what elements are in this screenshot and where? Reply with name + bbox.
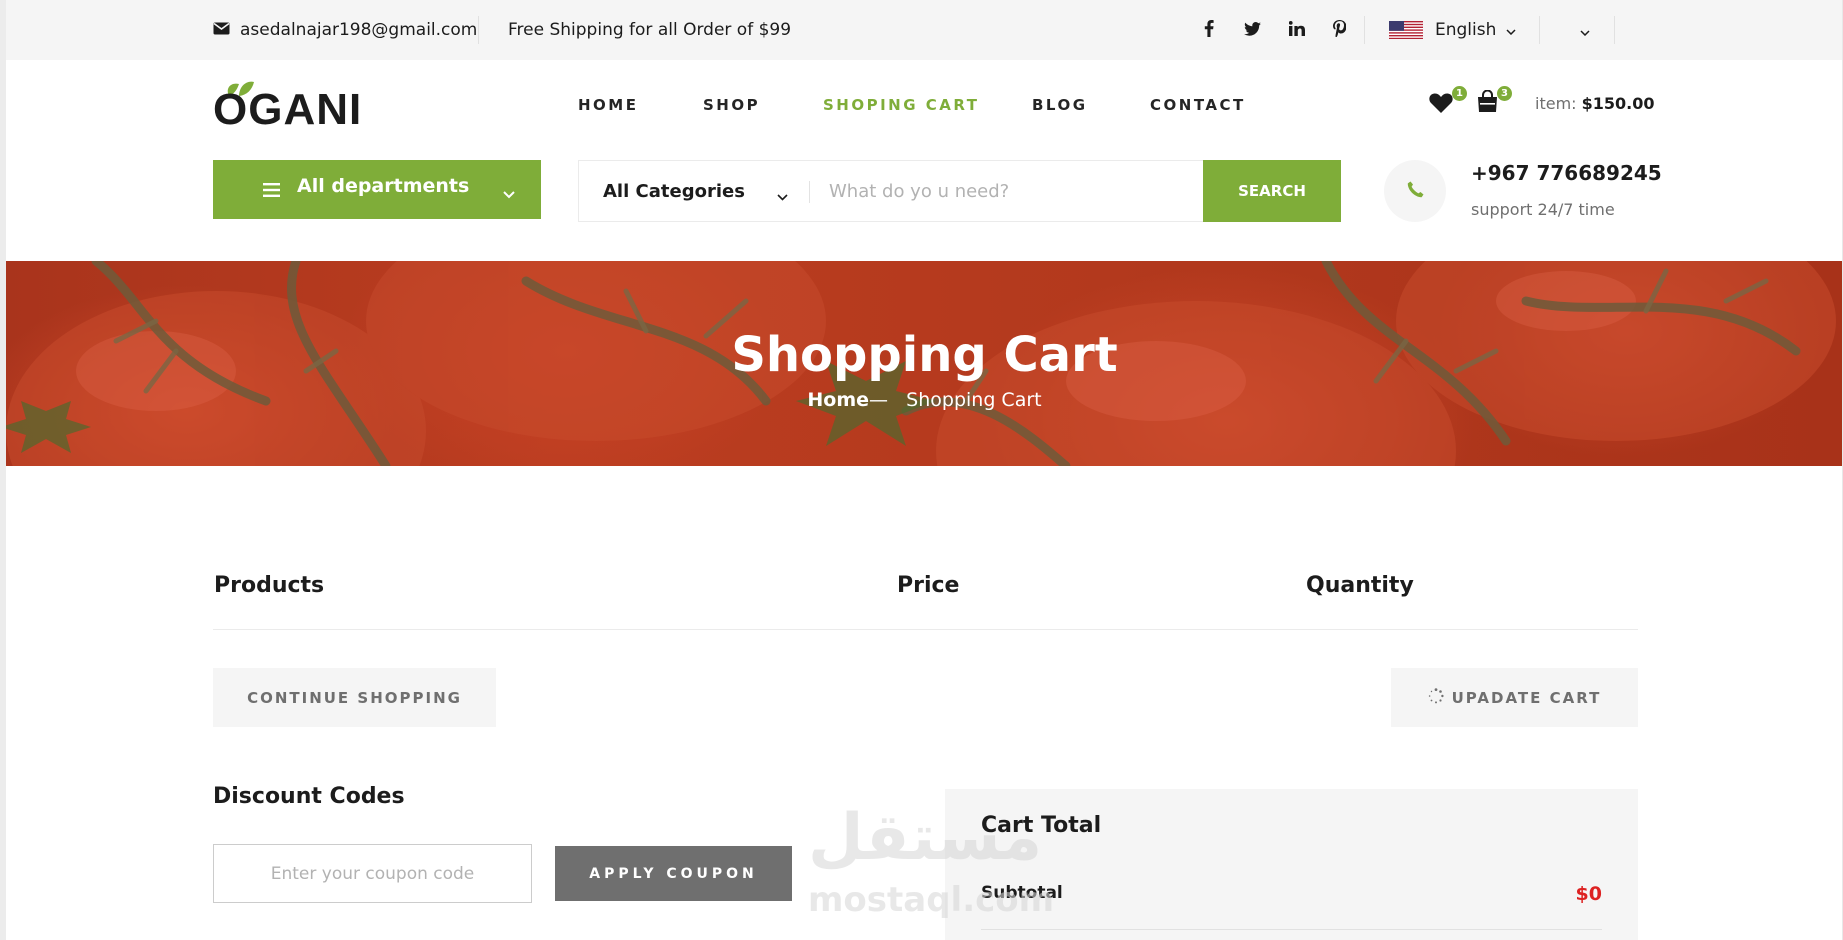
linkedin-icon [1288, 20, 1305, 40]
item-total-value: $150.00 [1581, 94, 1655, 113]
cart-item-total: item: $150.00 [1535, 94, 1655, 113]
coupon-code-input[interactable] [213, 844, 532, 903]
divider [478, 16, 479, 44]
page: asedalnajar198@gmail.com Free Shipping f… [0, 0, 1843, 940]
all-departments-button[interactable]: All departments [213, 160, 541, 219]
window-edge [0, 0, 6, 940]
wishlist-count-badge: 1 [1452, 86, 1467, 101]
twitter-icon [1244, 21, 1261, 40]
nav-blog[interactable]: BLOG [1032, 96, 1088, 114]
discount-title: Discount Codes [213, 784, 405, 809]
nav-shop[interactable]: SHOP [703, 96, 760, 114]
cart-count-badge: 3 [1497, 86, 1512, 101]
breadcrumb: Home— Shopping Cart [6, 389, 1843, 411]
phone-support-text: support 24/7 time [1471, 200, 1615, 219]
divider [1539, 16, 1540, 44]
item-label: item: [1535, 94, 1577, 113]
account-dropdown[interactable] [1580, 0, 1590, 60]
column-header-price: Price [897, 573, 960, 598]
pinterest-icon [1333, 19, 1347, 41]
column-header-quantity: Quantity [1306, 573, 1414, 598]
departments-label: All departments [297, 175, 470, 197]
language-label: English [1435, 20, 1497, 40]
breadcrumb-hero: Shopping Cart Home— Shopping Cart [6, 261, 1843, 466]
ogani-logo[interactable]: OGANI [213, 78, 361, 134]
shopping-bag-icon [1476, 89, 1499, 117]
heart-icon [1429, 92, 1453, 117]
divider [981, 929, 1602, 930]
table-divider [213, 629, 1638, 630]
search-input[interactable] [829, 171, 1229, 211]
update-cart-button[interactable]: UPADATE CART [1391, 668, 1638, 727]
chevron-down-icon [1506, 20, 1516, 40]
us-flag-icon [1389, 21, 1435, 39]
column-header-products: Products [214, 573, 325, 598]
phone-number: +967 776689245 [1471, 161, 1662, 185]
phone-icon-circle [1384, 160, 1446, 222]
menu-icon [263, 182, 280, 201]
facebook-icon [1204, 19, 1214, 41]
subtotal-label: Subtotal [981, 883, 1063, 903]
cart-link[interactable]: 3 [1476, 86, 1512, 118]
wishlist-link[interactable]: 1 [1429, 86, 1467, 118]
category-label: All Categories [603, 180, 745, 202]
breadcrumb-home-link[interactable]: Home [807, 389, 869, 411]
logo-text: OGANI [213, 85, 363, 134]
search-bar: All Categories SEARCH [578, 160, 1341, 222]
header-email[interactable]: asedalnajar198@gmail.com [213, 0, 477, 60]
nav-shopping-cart[interactable]: SHOPING CART [823, 96, 980, 114]
envelope-icon [213, 20, 240, 40]
breadcrumb-separator: — [869, 389, 889, 411]
nav-contact[interactable]: CONTACT [1150, 96, 1246, 114]
divider [1364, 16, 1365, 44]
social-pinterest-link[interactable] [1333, 0, 1347, 60]
social-twitter-link[interactable] [1244, 0, 1261, 60]
language-selector[interactable]: English [1389, 0, 1516, 60]
refresh-icon [1428, 687, 1444, 708]
category-dropdown[interactable]: All Categories [579, 161, 809, 221]
nav-home[interactable]: HOME [578, 96, 638, 114]
divider [809, 181, 810, 203]
shipping-note: Free Shipping for all Order of $99 [508, 20, 792, 40]
email-text: asedalnajar198@gmail.com [240, 20, 478, 40]
subtotal-value: $0 [1575, 883, 1602, 905]
chevron-down-icon [777, 185, 788, 206]
breadcrumb-current: Shopping Cart [906, 389, 1042, 411]
social-facebook-link[interactable] [1204, 0, 1214, 60]
cart-total-panel: Cart Total Subtotal $0 [945, 789, 1638, 940]
top-bar: asedalnajar198@gmail.com Free Shipping f… [6, 0, 1843, 60]
search-button[interactable]: SEARCH [1203, 160, 1341, 222]
apply-coupon-button[interactable]: APPLY COUPON [555, 846, 792, 901]
phone-icon [1407, 181, 1424, 202]
continue-shopping-button[interactable]: CONTINUE SHOPPING [213, 668, 496, 727]
update-cart-label: UPADATE CART [1451, 688, 1602, 707]
divider [1614, 16, 1615, 44]
cart-total-title: Cart Total [981, 813, 1102, 838]
page-title: Shopping Cart [731, 327, 1118, 383]
chevron-down-icon [503, 184, 515, 203]
chevron-down-icon [1580, 21, 1590, 40]
social-linkedin-link[interactable] [1288, 0, 1305, 60]
